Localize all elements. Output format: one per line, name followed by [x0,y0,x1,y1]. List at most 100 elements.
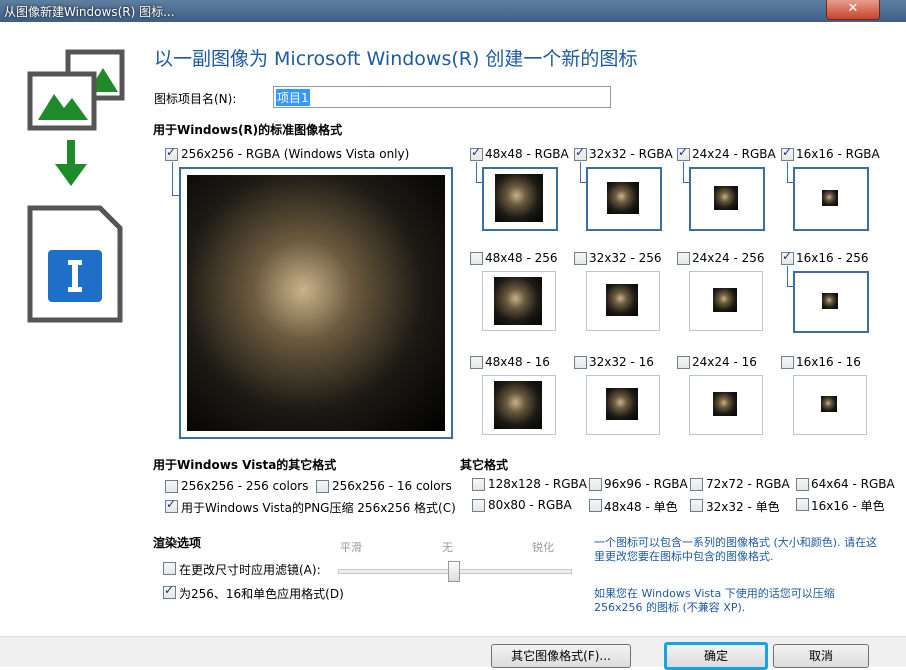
checkbox-96-rgba-label: 96x96 - RGBA [604,477,688,491]
checkbox-32-mono[interactable] [690,499,703,512]
checkbox-16-mono[interactable] [796,498,809,511]
checkbox-72-rgba-label: 72x72 - RGBA [706,477,790,491]
checkbox-32-256[interactable] [574,252,587,265]
checkbox-32-16[interactable] [574,356,587,369]
ship-image [494,381,542,429]
checkbox-48-16[interactable] [470,356,483,369]
slider-label-none: 无 [442,541,453,554]
preview-24-rgba[interactable] [689,167,765,231]
checkbox-vista-256-16[interactable] [316,480,329,493]
preview-24-256[interactable] [689,271,763,331]
ship-image [821,396,837,412]
ship-image [187,175,445,431]
checkbox-48-256-label: 48x48 - 256 [485,251,558,265]
checkbox-48-rgba[interactable] [470,145,483,161]
other-section-title: 其它格式 [460,458,509,472]
other-formats-button[interactable]: 其它图像格式(F)... [491,644,631,668]
checkbox-24-16[interactable] [677,356,690,369]
checkbox-72-rgba[interactable] [690,478,703,491]
ship-image [495,174,543,222]
checkbox-32-mono-label: 32x32 - 单色 [706,500,780,514]
ship-image [822,190,838,206]
checkbox-80-rgba[interactable] [472,499,485,512]
checkbox-16-16[interactable] [781,356,794,369]
checkbox-48-16-label: 48x48 - 16 [485,355,550,369]
checkbox-16-mono-label: 16x16 - 单色 [811,499,885,513]
preview-32-rgba[interactable] [586,167,662,231]
window-title: 从图像新建Windows(R) 图标... [4,5,175,19]
document-icon [27,205,123,323]
checkbox-80-rgba-label: 80x80 - RGBA [488,498,572,512]
checkbox-apply-format[interactable] [163,583,176,599]
ship-image [606,388,638,420]
close-button[interactable]: ✕ [826,0,880,20]
checkbox-16-16-label: 16x16 - 16 [796,355,861,369]
standard-section-title: 用于Windows(R)的标准图像格式 [153,123,343,137]
title-bar: 从图像新建Windows(R) 图标... ✕ [0,0,906,22]
icon-name-label: 图标项目名(N): [154,92,237,106]
preview-48-16[interactable] [482,375,556,435]
checkbox-64-rgba-label: 64x64 - RGBA [811,477,895,491]
preview-256-rgba[interactable] [179,167,453,439]
checkbox-256-rgba-label: 256x256 - RGBA (Windows Vista only) [181,147,410,161]
checkbox-128-rgba[interactable] [472,478,485,491]
ship-image [822,293,838,309]
checkbox-48-mono[interactable] [589,499,602,512]
icon-name-input[interactable]: 项目1 [273,86,611,108]
checkbox-16-256[interactable] [781,249,794,265]
cancel-button[interactable]: 取消 [773,644,869,668]
vista-section-title: 用于Windows Vista的其它格式 [153,458,337,472]
ship-image [494,277,542,325]
filter-slider-thumb[interactable] [448,561,460,582]
ship-image [606,284,638,316]
preview-24-16[interactable] [689,375,763,435]
preview-32-16[interactable] [586,375,660,435]
checkbox-32-rgba-label: 32x32 - RGBA [589,147,673,161]
checkbox-vista-256-16-label: 256x256 - 16 colors [332,479,452,493]
checkbox-24-256[interactable] [677,252,690,265]
preview-48-rgba[interactable] [482,167,558,231]
checkbox-32-256-label: 32x32 - 256 [589,251,662,265]
render-section-title: 渲染选项 [153,536,202,550]
checkbox-vista-png-label: 用于Windows Vista的PNG压缩 256x256 格式(C) [181,501,456,515]
checkbox-32-rgba[interactable] [574,145,587,161]
arrow-down-icon [55,140,87,186]
checkbox-64-rgba[interactable] [796,478,809,491]
checkbox-48-mono-label: 48x48 - 单色 [604,500,678,514]
checkbox-16-256-label: 16x16 - 256 [796,251,869,265]
checkbox-vista-256-256-label: 256x256 - 256 colors [181,479,309,493]
checkbox-24-256-label: 24x24 - 256 [692,251,765,265]
checkbox-256-rgba[interactable] [165,145,178,161]
checkbox-vista-256-256[interactable] [165,480,178,493]
checkbox-48-256[interactable] [470,252,483,265]
checkbox-apply-filter[interactable] [163,562,176,575]
preview-16-16[interactable] [793,375,867,435]
checkbox-24-rgba[interactable] [677,145,690,161]
ship-image [713,288,737,312]
slider-label-sharpen: 锐化 [532,541,554,554]
ship-image [714,186,738,210]
slider-label-smooth: 平滑 [340,541,362,554]
preview-32-256[interactable] [586,271,660,331]
ship-image [713,392,737,416]
checkbox-32-16-label: 32x32 - 16 [589,355,654,369]
checkbox-16-rgba-label: 16x16 - RGBA [796,147,880,161]
preview-48-256[interactable] [482,271,556,331]
checkbox-96-rgba[interactable] [589,478,602,491]
image-to-icon-illustration [27,49,125,323]
preview-16-rgba[interactable] [793,167,869,231]
checkbox-vista-png[interactable] [165,497,178,513]
info-text-formats: 一个图标可以包含一系列的图像格式 (大小和颜色). 请在这里更改您要在图标中包含… [594,536,878,563]
ship-image [607,182,639,214]
info-text-vista: 如果您在 Windows Vista 下使用的话您可以压缩 256x256 的图… [594,587,835,614]
checkbox-24-rgba-label: 24x24 - RGBA [692,147,776,161]
sidebar-illustration [0,22,140,666]
footer-bar [0,636,906,667]
page-heading: 以一副图像为 Microsoft Windows(R) 创建一个新的图标 [154,48,638,70]
checkbox-48-rgba-label: 48x48 - RGBA [485,147,569,161]
checkbox-apply-filter-label: 在更改尺寸时应用滤镜(A): [179,563,321,577]
preview-16-256[interactable] [793,271,869,333]
checkbox-24-16-label: 24x24 - 16 [692,355,757,369]
checkbox-128-rgba-label: 128x128 - RGBA [488,477,587,491]
checkbox-16-rgba[interactable] [781,145,794,161]
